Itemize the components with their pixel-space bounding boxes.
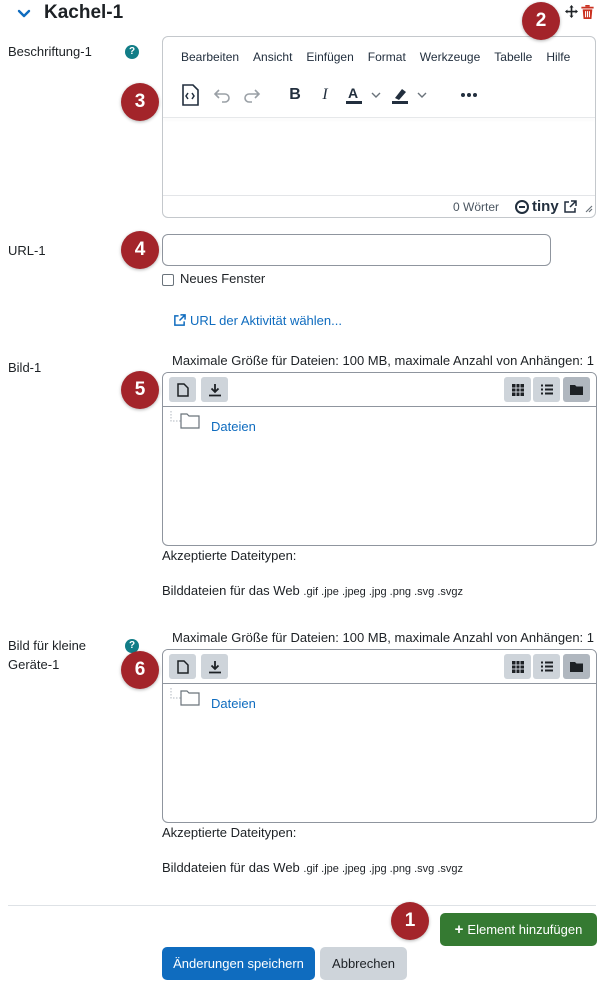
image-label: Bild-1 (8, 360, 42, 375)
accepted-types-label: Akzeptierte Dateitypen: (162, 548, 297, 563)
menu-item-help[interactable]: Hilfe (539, 50, 577, 64)
grid-view-button[interactable] (504, 377, 531, 402)
types-description: Bilddateien für das Web (162, 583, 300, 598)
list-view-button[interactable] (533, 654, 560, 679)
accepted-types-label: Akzeptierte Dateitypen: (162, 825, 297, 840)
file-icon (176, 659, 189, 674)
download-button[interactable] (201, 654, 228, 679)
file-picker-toolbar (163, 650, 596, 684)
folder-outline-icon (180, 413, 200, 429)
resize-handle-icon[interactable] (583, 203, 593, 213)
folder-view-button[interactable] (563, 377, 590, 402)
add-element-label: Element hinzufügen (467, 922, 583, 937)
small-image-label: Bild für kleine Geräte-1 (8, 638, 87, 672)
move-icon[interactable] (565, 5, 578, 18)
callout-marker: 5 (121, 371, 159, 409)
svg-text:A: A (348, 85, 358, 101)
folder-icon (570, 385, 583, 395)
choose-activity-link[interactable]: URL der Aktivität wählen... (173, 313, 342, 328)
redo-icon[interactable] (241, 84, 263, 106)
max-size-info: Maximale Größe für Dateien: 100 MB, maxi… (172, 353, 594, 368)
file-picker[interactable]: Dateien (162, 649, 597, 823)
source-code-icon[interactable] (179, 84, 201, 106)
accepted-types-list: Bilddateien für das Web .gif .jpe .jpeg … (162, 583, 463, 598)
file-picker[interactable]: Dateien (162, 372, 597, 546)
menu-item-insert[interactable]: Einfügen (299, 50, 360, 64)
rich-text-editor[interactable]: Bearbeiten Ansicht Einfügen Format Werkz… (162, 36, 596, 218)
menu-item-table[interactable]: Tabelle (487, 50, 539, 64)
bold-icon[interactable]: B (285, 84, 305, 106)
download-icon (208, 383, 221, 396)
url-input[interactable] (162, 234, 551, 266)
divider (8, 905, 596, 906)
new-window-checkbox[interactable] (162, 274, 174, 286)
add-element-button[interactable]: + Element hinzufügen (440, 913, 597, 946)
help-icon[interactable]: ? (125, 45, 139, 59)
add-file-button[interactable] (169, 377, 196, 402)
toolbar-divider (163, 117, 595, 118)
choose-activity-link-label: URL der Aktivität wählen... (190, 313, 342, 328)
download-button[interactable] (201, 377, 228, 402)
grid-view-button[interactable] (504, 654, 531, 679)
menu-item-edit[interactable]: Bearbeiten (173, 50, 246, 64)
callout-marker: 1 (391, 902, 429, 940)
max-size-info: Maximale Größe für Dateien: 100 MB, maxi… (172, 630, 594, 645)
callout-marker: 4 (121, 231, 159, 269)
italic-icon[interactable]: I (315, 84, 335, 106)
list-icon (540, 384, 553, 395)
external-link-icon (174, 314, 186, 326)
grid-icon (511, 660, 524, 673)
types-extensions: .gif .jpe .jpeg .jpg .png .svg .svgz (303, 586, 464, 598)
editor-menubar: Bearbeiten Ansicht Einfügen Format Werkz… (173, 50, 577, 64)
trash-icon[interactable] (581, 5, 594, 19)
grid-icon (511, 383, 524, 396)
list-view-button[interactable] (533, 377, 560, 402)
undo-icon[interactable] (211, 84, 233, 106)
more-icon[interactable] (457, 84, 481, 106)
download-icon (208, 660, 221, 673)
types-extensions: .gif .jpe .jpeg .jpg .png .svg .svgz (303, 863, 464, 875)
save-changes-button[interactable]: Änderungen speichern (162, 947, 315, 980)
types-description: Bilddateien für das Web (162, 860, 300, 875)
editor-toolbar: B I A (173, 81, 593, 111)
folder-outline-icon (180, 690, 200, 706)
menu-item-format[interactable]: Format (361, 50, 413, 64)
highlight-color-icon[interactable] (391, 84, 431, 106)
editor-statusbar: 0 Wörter tiny (163, 195, 595, 217)
caption-label: Beschriftung-1 (8, 44, 92, 59)
url-label: URL-1 (8, 243, 46, 258)
word-count[interactable]: 0 Wörter (453, 200, 499, 214)
menu-item-view[interactable]: Ansicht (246, 50, 299, 64)
callout-marker: 3 (121, 83, 159, 121)
folder-link[interactable]: Dateien (211, 419, 256, 434)
chevron-down-icon[interactable] (14, 4, 34, 24)
new-window-label[interactable]: Neues Fenster (180, 271, 265, 286)
tiny-logo[interactable]: tiny (515, 198, 559, 215)
file-picker-toolbar (163, 373, 596, 407)
folder-view-button[interactable] (563, 654, 590, 679)
folder-link[interactable]: Dateien (211, 696, 256, 711)
tiny-brand-icon (515, 199, 529, 214)
add-file-button[interactable] (169, 654, 196, 679)
external-link-icon[interactable] (563, 200, 577, 214)
file-icon (176, 382, 189, 397)
section-title: Kachel-1 (44, 2, 124, 23)
accepted-types-list: Bilddateien für das Web .gif .jpe .jpeg … (162, 860, 463, 875)
text-color-icon[interactable]: A (345, 84, 385, 106)
callout-marker: 2 (522, 2, 560, 40)
callout-marker: 6 (121, 651, 159, 689)
menu-item-tools[interactable]: Werkzeuge (413, 50, 487, 64)
tree-connector (170, 411, 200, 429)
tree-connector (170, 688, 200, 706)
list-icon (540, 661, 553, 672)
folder-icon (570, 662, 583, 672)
tiny-brand-label: tiny (532, 198, 559, 215)
plus-icon: + (454, 921, 464, 938)
cancel-button[interactable]: Abbrechen (320, 947, 407, 980)
